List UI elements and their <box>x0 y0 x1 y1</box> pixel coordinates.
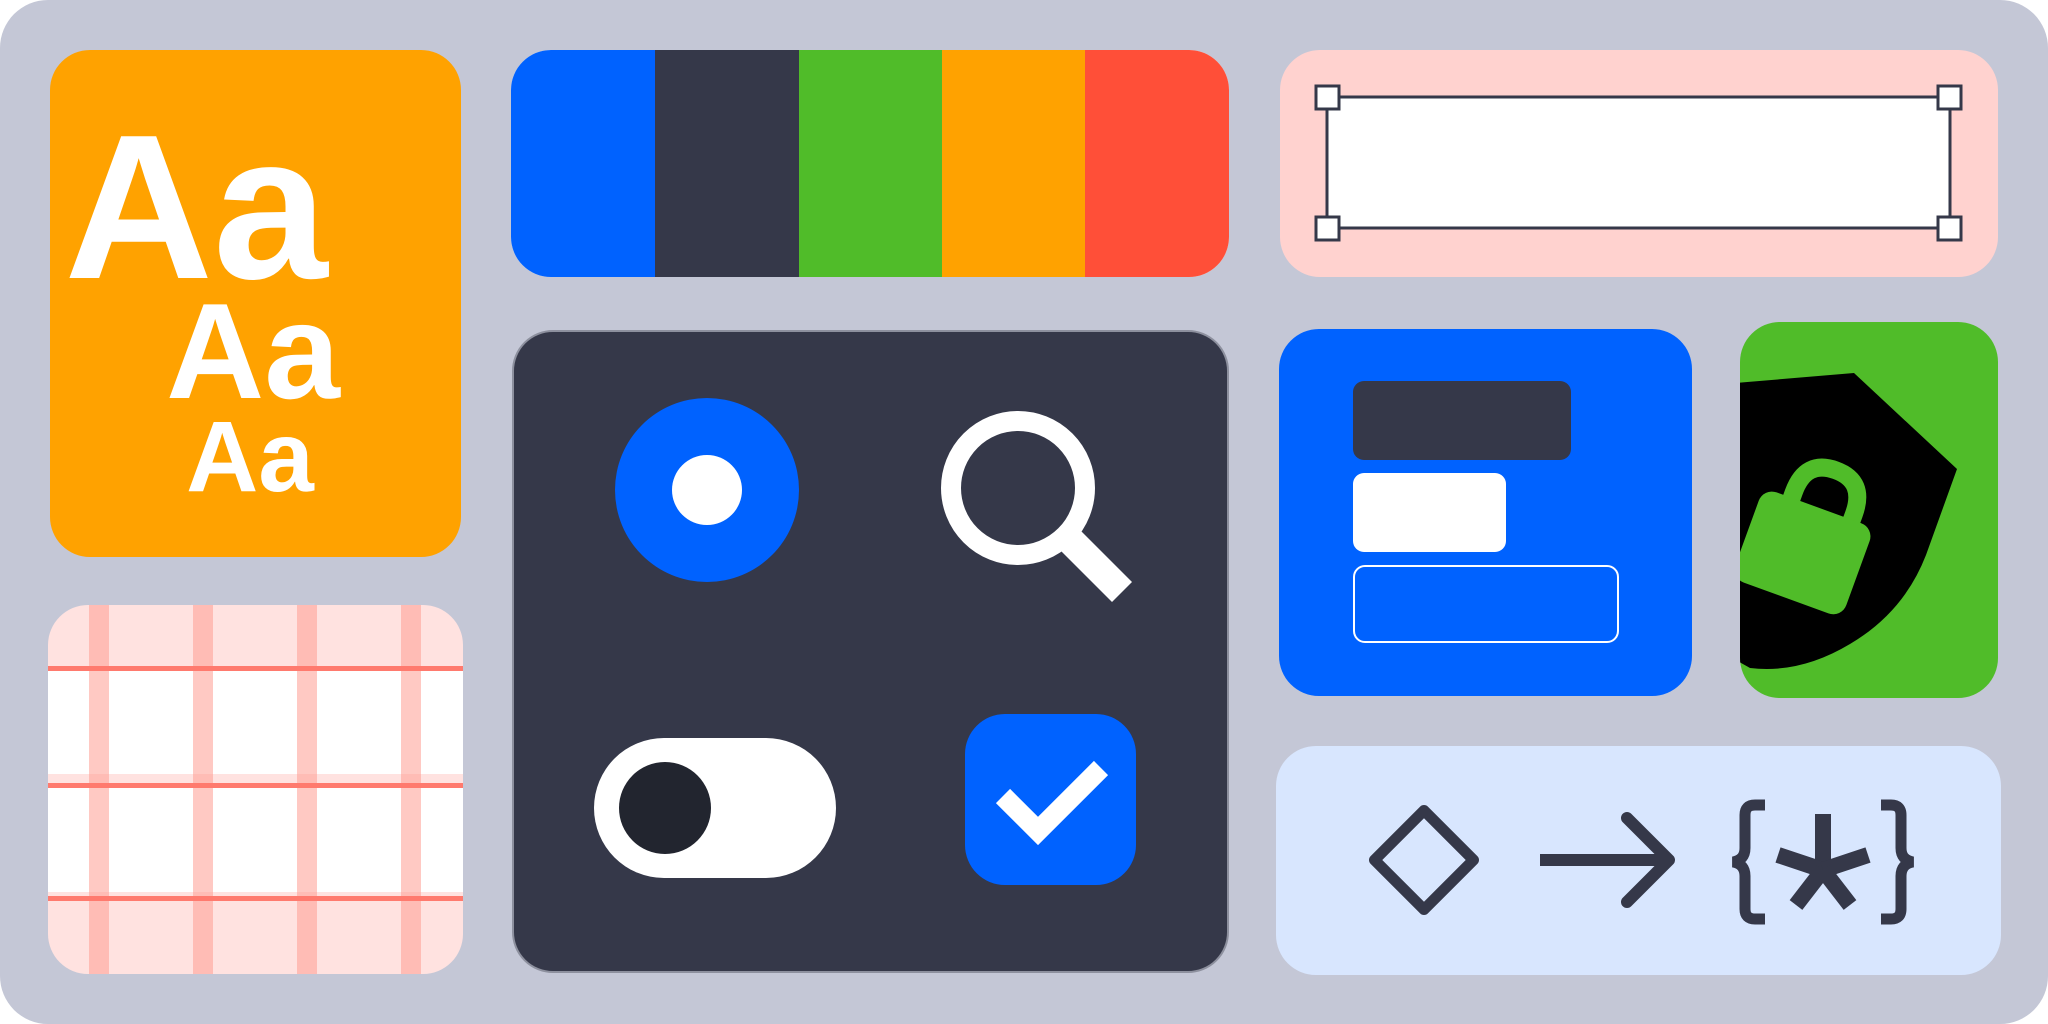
form-field-white <box>1353 473 1506 552</box>
swatch-orange <box>942 50 1086 277</box>
checkbox[interactable] <box>965 714 1136 885</box>
code-card <box>1276 746 2001 975</box>
type-sample-small: Aa <box>186 401 315 513</box>
toggle-switch[interactable] <box>594 738 836 878</box>
grid-row-line <box>48 666 463 671</box>
swatch-green <box>799 50 943 277</box>
grid-card <box>48 605 463 974</box>
resize-handle-top-left <box>1314 84 1341 111</box>
typography-card: Aa Aa Aa <box>50 50 461 557</box>
grid-row-line <box>48 783 463 788</box>
radio-button[interactable] <box>615 398 799 582</box>
security-card <box>1740 322 1998 698</box>
form-field-dark <box>1353 381 1571 460</box>
selection-card <box>1280 50 1998 277</box>
illustration: Aa Aa Aa <box>0 0 2048 1024</box>
resize-handle-bottom-right <box>1936 215 1963 242</box>
grid-row-line <box>48 896 463 901</box>
resize-handle-bottom-left <box>1314 215 1341 242</box>
grid-column <box>89 605 109 974</box>
illustration-canvas: Aa Aa Aa <box>0 0 2048 1024</box>
form-card <box>1279 329 1692 696</box>
selected-frame <box>1325 95 1952 230</box>
palette-card <box>511 50 1229 277</box>
grid-column <box>193 605 213 974</box>
swatch-dark <box>655 50 800 277</box>
grid-column <box>297 605 317 974</box>
controls-panel <box>512 330 1229 973</box>
resize-handle-top-right <box>1936 84 1963 111</box>
grid-column <box>401 605 421 974</box>
